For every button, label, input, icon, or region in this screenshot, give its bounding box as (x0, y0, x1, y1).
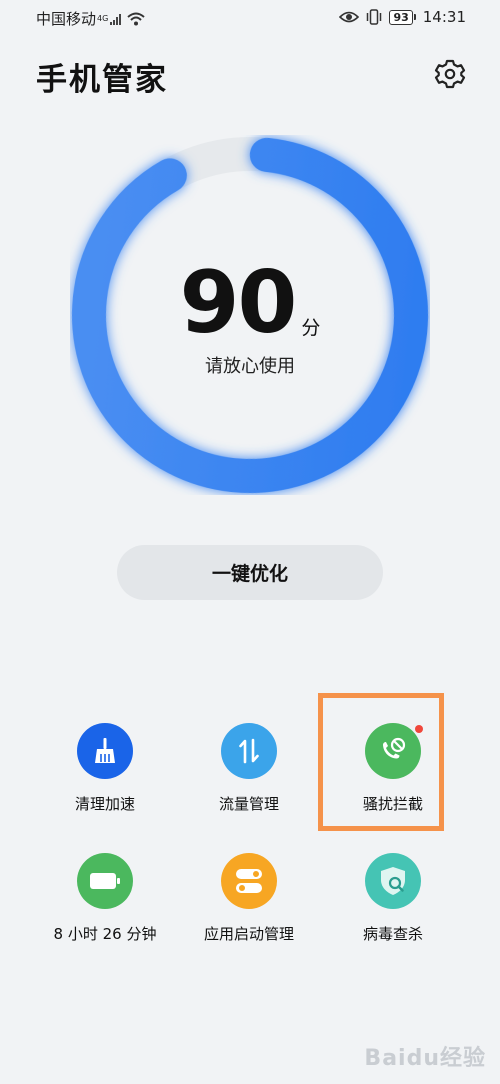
tool-virus-scan[interactable]: 病毒查杀 (321, 853, 465, 944)
battery-icon (77, 853, 133, 909)
vibrate-icon (367, 9, 382, 25)
eye-icon (339, 11, 360, 23)
signal-icon (110, 13, 122, 25)
network-type: 4G (97, 14, 109, 23)
score-display: 90 分 请放心使用 (0, 260, 500, 378)
battery-icon: 93 (389, 9, 416, 25)
broom-icon (77, 723, 133, 779)
tool-label: 清理加速 (74, 795, 135, 813)
shield-search-icon (365, 853, 421, 909)
status-bar: 中国移动 4G 93 14:31 (0, 0, 500, 36)
tool-label: 流量管理 (218, 795, 279, 813)
status-right: 93 14:31 (339, 8, 466, 26)
score-status: 请放心使用 (205, 356, 295, 377)
status-left: 中国移动 4G (36, 8, 145, 29)
gear-icon[interactable] (434, 58, 466, 90)
wifi-icon (127, 12, 145, 25)
data-transfer-icon (221, 723, 277, 779)
score-value: 90 (179, 253, 298, 353)
tool-clean-accelerate[interactable]: 清理加速 (33, 723, 177, 814)
tool-battery[interactable]: 8 小时 26 分钟 (33, 853, 177, 944)
clock: 14:31 (422, 8, 466, 26)
watermark: Baidu经验 (364, 1046, 486, 1071)
tool-label: 8 小时 26 分钟 (53, 925, 157, 943)
toggle-switches-icon (221, 853, 277, 909)
one-key-optimize-button[interactable]: 一键优化 (117, 545, 383, 600)
carrier-name: 中国移动 (36, 10, 97, 28)
tool-data-management[interactable]: 流量管理 (177, 723, 321, 814)
tool-label: 应用启动管理 (203, 925, 294, 943)
score-unit: 分 (301, 317, 321, 339)
battery-level: 93 (389, 9, 413, 25)
tool-label: 病毒查杀 (362, 925, 423, 943)
highlight-box (318, 693, 444, 831)
tool-app-launch-management[interactable]: 应用启动管理 (177, 853, 321, 944)
page-title: 手机管家 (36, 62, 168, 98)
